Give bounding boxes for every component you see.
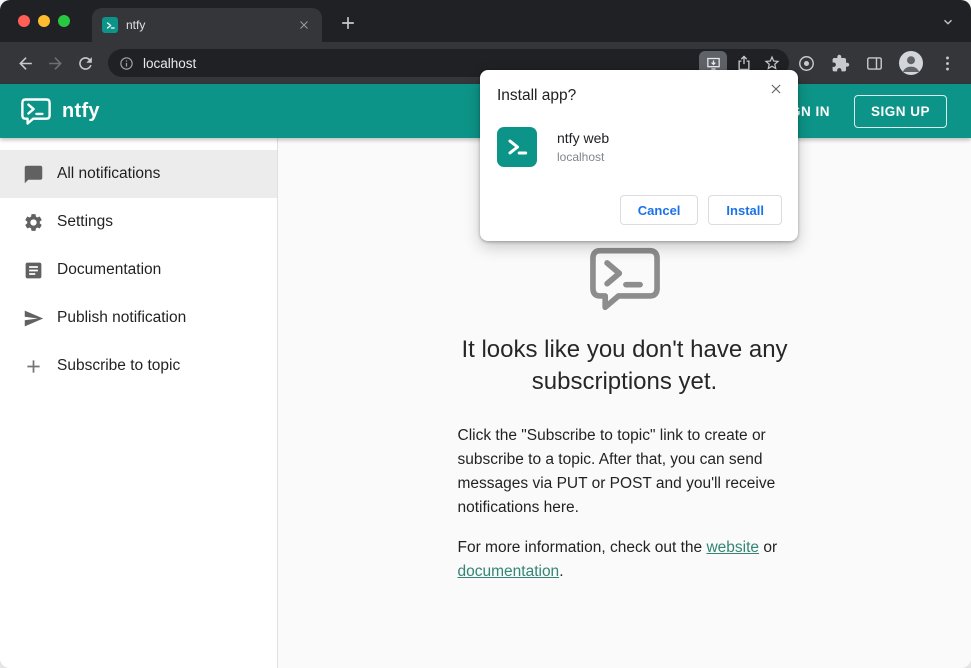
ntfy-logo-large-icon bbox=[587, 246, 663, 312]
browser-tab[interactable]: ntfy bbox=[92, 8, 322, 42]
extensions-puzzle-icon[interactable] bbox=[831, 54, 850, 73]
toolbar-right-icons bbox=[797, 51, 961, 75]
dialog-app-row: ntfy web localhost bbox=[497, 127, 782, 167]
sidebar-item-all-notifications[interactable]: All notifications bbox=[0, 150, 277, 198]
ntfy-favicon-icon bbox=[102, 17, 118, 33]
sidebar-item-label: Documentation bbox=[57, 261, 162, 278]
password-manager-icon[interactable] bbox=[797, 54, 816, 73]
sidebar-item-documentation[interactable]: Documentation bbox=[0, 246, 277, 294]
tab-close-icon[interactable] bbox=[296, 17, 312, 33]
dialog-close-icon[interactable] bbox=[769, 82, 785, 98]
website-link[interactable]: website bbox=[706, 539, 759, 556]
sidebar-item-subscribe-to-topic[interactable]: Subscribe to topic bbox=[0, 342, 277, 390]
dialog-app-origin: localhost bbox=[557, 150, 605, 164]
profile-avatar[interactable] bbox=[899, 51, 923, 75]
empty-state-more-info: For more information, check out the webs… bbox=[458, 536, 792, 584]
dialog-app-name: ntfy web bbox=[557, 130, 610, 146]
traffic-lights bbox=[18, 15, 70, 27]
more-info-middle: or bbox=[759, 538, 778, 556]
url-text: localhost bbox=[143, 55, 197, 71]
brand-title: ntfy bbox=[62, 99, 100, 122]
dialog-title: Install app? bbox=[497, 87, 577, 104]
sidebar-item-label: Settings bbox=[57, 213, 114, 230]
send-icon bbox=[23, 308, 44, 329]
sidebar-item-label: All notifications bbox=[57, 165, 161, 182]
sidebar-item-publish-notification[interactable]: Publish notification bbox=[0, 294, 277, 342]
forward-button[interactable] bbox=[40, 48, 70, 78]
minimize-window-button[interactable] bbox=[38, 15, 50, 27]
reload-button[interactable] bbox=[70, 48, 100, 78]
sidebar-item-label: Subscribe to topic bbox=[57, 357, 181, 374]
zoom-window-button[interactable] bbox=[58, 15, 70, 27]
browser-window: ntfy localhost ntfy SIGN IN SIGN UP All … bbox=[0, 0, 971, 668]
tab-title: ntfy bbox=[126, 18, 146, 32]
tab-search-chevron-icon[interactable] bbox=[941, 15, 955, 29]
close-window-button[interactable] bbox=[18, 15, 30, 27]
sidebar-item-settings[interactable]: Settings bbox=[0, 198, 277, 246]
cancel-button[interactable]: Cancel bbox=[619, 195, 699, 225]
window-titlebar: ntfy bbox=[0, 0, 971, 42]
empty-state-body: Click the "Subscribe to topic" link to c… bbox=[457, 426, 776, 516]
document-icon bbox=[23, 260, 44, 281]
site-info-icon[interactable] bbox=[119, 56, 134, 71]
side-panel-icon[interactable] bbox=[865, 54, 884, 73]
more-info-suffix: . bbox=[559, 562, 564, 580]
sign-up-button[interactable]: SIGN UP bbox=[853, 94, 947, 128]
new-tab-button[interactable] bbox=[338, 13, 358, 33]
ntfy-app-icon bbox=[497, 127, 537, 167]
install-button[interactable]: Install bbox=[708, 195, 782, 225]
empty-state-heading: It looks like you don't have any subscri… bbox=[461, 336, 788, 395]
browser-menu-kebab-icon[interactable] bbox=[938, 54, 957, 73]
chat-icon bbox=[23, 164, 44, 185]
sidebar-item-label: Publish notification bbox=[57, 309, 187, 326]
install-app-dialog: Install app? ntfy web localhost Cancel I… bbox=[480, 70, 798, 241]
back-button[interactable] bbox=[10, 48, 40, 78]
plus-icon bbox=[23, 356, 44, 377]
gear-icon bbox=[23, 212, 44, 233]
ntfy-logo-icon bbox=[20, 97, 52, 126]
dialog-actions: Cancel Install bbox=[497, 195, 782, 225]
more-info-prefix: For more information, check out the bbox=[457, 538, 707, 556]
documentation-link[interactable]: documentation bbox=[458, 563, 560, 580]
dialog-app-info: ntfy web localhost bbox=[557, 130, 609, 164]
sidebar: All notifications Settings Documentation… bbox=[0, 138, 278, 668]
